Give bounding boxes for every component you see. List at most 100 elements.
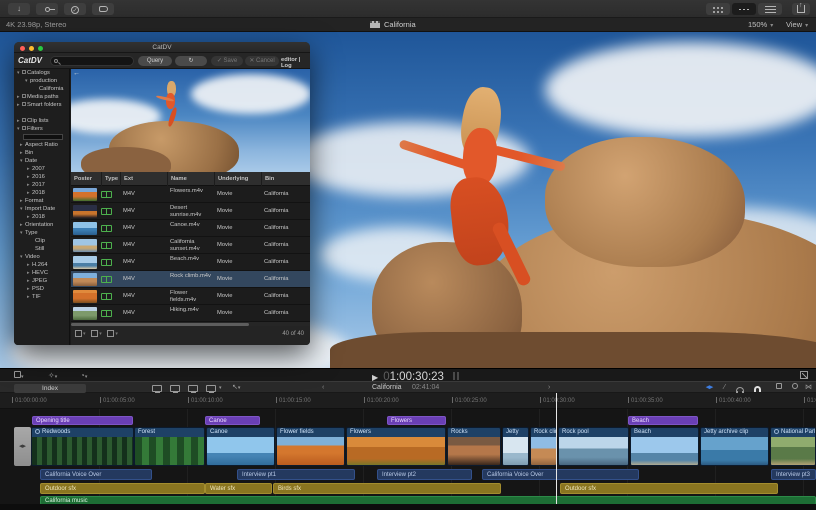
edit-options-caret[interactable]: ▾ [219,383,222,393]
tree-item[interactable]: ▾ Date [14,157,69,165]
column-header-poster[interactable]: Poster [71,172,101,186]
video-clip[interactable]: Rock pool [558,427,629,466]
keyword-editor-button[interactable] [36,3,58,15]
viewer-view-dropdown[interactable]: View [786,18,808,33]
tree-item[interactable]: Clip [14,237,69,245]
column-header-ext[interactable]: Ext [120,172,167,186]
column-header-bin[interactable]: Bin [261,172,310,186]
catdv-titlebar[interactable]: CatDV [14,42,310,53]
column-header-type[interactable]: Type [101,172,120,186]
video-clip[interactable]: National Park [770,427,816,466]
playhead[interactable] [556,393,557,504]
tree-item[interactable]: ▸ Clip lists [14,117,69,125]
insert-edit-button[interactable] [170,384,180,394]
video-clip[interactable]: Redwoods [31,427,134,466]
audio-clip-dialogue[interactable]: Interview pt3 [771,469,816,480]
detail-view-toggle[interactable] [75,330,82,337]
title-clip[interactable]: Opening title [32,416,133,425]
catdv-search-input[interactable] [50,55,134,66]
title-clip[interactable]: Canoe [205,416,260,425]
audio-clip-dialogue[interactable]: California Voice Over [40,469,152,480]
tree-item[interactable] [14,109,69,117]
table-row[interactable]: M4V Hiking.m4v Movie California [71,305,310,322]
audio-clip-sfx[interactable]: Birds sfx [273,483,501,494]
video-clip[interactable]: Forest [134,427,205,466]
trim-tool-icon[interactable]: ◂▸ [706,383,713,393]
viewer-zoom-dropdown[interactable]: 150% [748,18,773,33]
tree-item[interactable]: ▸ Format [14,197,69,205]
grid-view-toggle[interactable] [91,330,99,337]
tree-item[interactable]: ▸ TIF [14,293,69,301]
timeline-index-button[interactable]: Index [14,383,86,393]
minimize-window-button[interactable] [29,45,34,51]
timeline-body[interactable]: Opening title Canoe Flowers Beach ◂▸ Redwoo… [0,409,816,510]
audio-clip-dialogue[interactable]: Interview pt1 [237,469,355,480]
snapping-toggle-icon[interactable] [754,383,761,393]
audio-meter-bar[interactable] [457,372,459,380]
video-clip[interactable]: Beach [630,427,699,466]
audio-clip-sfx[interactable]: Outdoor sfx [40,483,205,494]
tag-tool-button[interactable] [92,3,114,15]
catdv-save-button[interactable]: ✓ Save [211,55,243,66]
video-clip[interactable]: Flower fields [276,427,345,466]
title-clip[interactable]: Flowers [387,416,446,425]
back-arrow-icon[interactable]: ← [73,70,80,77]
tree-item[interactable]: ▸ HEVC [14,269,69,277]
browser-grid-view-button[interactable] [706,3,730,15]
table-row[interactable]: M4V Flowers.m4v Movie California [71,186,310,203]
browser-adjust-view-button[interactable] [758,3,782,15]
tree-item[interactable]: ▸ 2018 [14,189,69,197]
clip-appearance-icon[interactable] [776,383,782,393]
list-view-toggle[interactable] [107,330,115,337]
tree-item[interactable]: ▾ Filters [14,125,69,133]
video-clip[interactable]: Flowers [346,427,446,466]
tree-item[interactable]: ▾ Type [14,229,69,237]
audio-clip-sfx[interactable]: Outdoor sfx [560,483,778,494]
close-window-button[interactable] [20,45,25,51]
share-button[interactable] [792,0,810,15]
filter-search-input[interactable] [23,134,63,140]
connect-edit-button[interactable] [152,384,162,394]
table-row[interactable]: M4V Canoe.m4v Movie California [71,220,310,237]
tree-item[interactable]: ▸ Bin [14,149,69,157]
import-media-button[interactable]: ↓ [8,3,30,15]
audio-clip-dialogue[interactable]: Interview pt2 [377,469,472,480]
audio-meter-bar[interactable] [453,372,455,380]
tree-item[interactable]: California [14,85,69,93]
tree-item[interactable]: ▸ Orientation [14,221,69,229]
video-clip[interactable]: Jetty archive clip [700,427,769,466]
append-edit-button[interactable] [188,384,198,394]
table-row[interactable]: M4V California sunset.m4v Movie Californ… [71,237,310,254]
video-clip[interactable]: Rocks [447,427,501,466]
timeline-switch-icon[interactable]: ⋈ [805,383,812,393]
catdv-query-button[interactable]: Query [138,55,172,66]
title-clip[interactable]: Beach [628,416,698,425]
column-header-underlying-type[interactable]: Underlying Type [214,172,261,196]
table-row[interactable]: M4V Desert sunrise.m4v Movie California [71,203,310,220]
tree-item[interactable]: ▸ Smart folders [14,101,69,109]
audio-skimming-icon[interactable] [736,383,744,394]
tree-item[interactable]: ▸ PSD [14,285,69,293]
audio-clip-sfx[interactable]: Water sfx [205,483,272,494]
zoom-window-button[interactable] [38,45,43,51]
tree-item[interactable]: ▸ Aspect Ratio [14,141,69,149]
video-clip[interactable]: Rock climb [530,427,557,466]
background-tasks-button[interactable]: ✓ [64,3,86,15]
gap-clip[interactable]: ◂▸ [14,427,31,466]
tree-item[interactable]: ▾ Import Date [14,205,69,213]
tree-item[interactable]: ▾ Catalogs [14,69,69,77]
tree-item[interactable]: ▸ H.264 [14,261,69,269]
tree-item[interactable]: ▸ 2018 [14,213,69,221]
skimming-toggle-icon[interactable]: ⁄ [724,383,725,393]
table-row[interactable]: M4V Beach.m4v Movie California [71,254,310,271]
catdv-cancel-button[interactable]: ✕ Cancel [245,55,279,66]
tree-item[interactable]: ▾ production [14,77,69,85]
expand-timeline-icon[interactable] [800,371,808,379]
tree-item[interactable] [14,133,69,141]
tree-item[interactable]: ▾ Video [14,253,69,261]
tree-item[interactable]: ▸ 2017 [14,181,69,189]
timeline-ruler[interactable]: 01:00:00:00 01:00:05:00 01:00:10:00 01:00:1… [0,393,816,409]
catdv-user-label[interactable]: editor | Log [281,57,310,69]
table-row[interactable]: M4V Rock climb.m4v Movie California [71,271,310,288]
table-row[interactable]: M4V Flower fields.m4v Movie California [71,288,310,305]
